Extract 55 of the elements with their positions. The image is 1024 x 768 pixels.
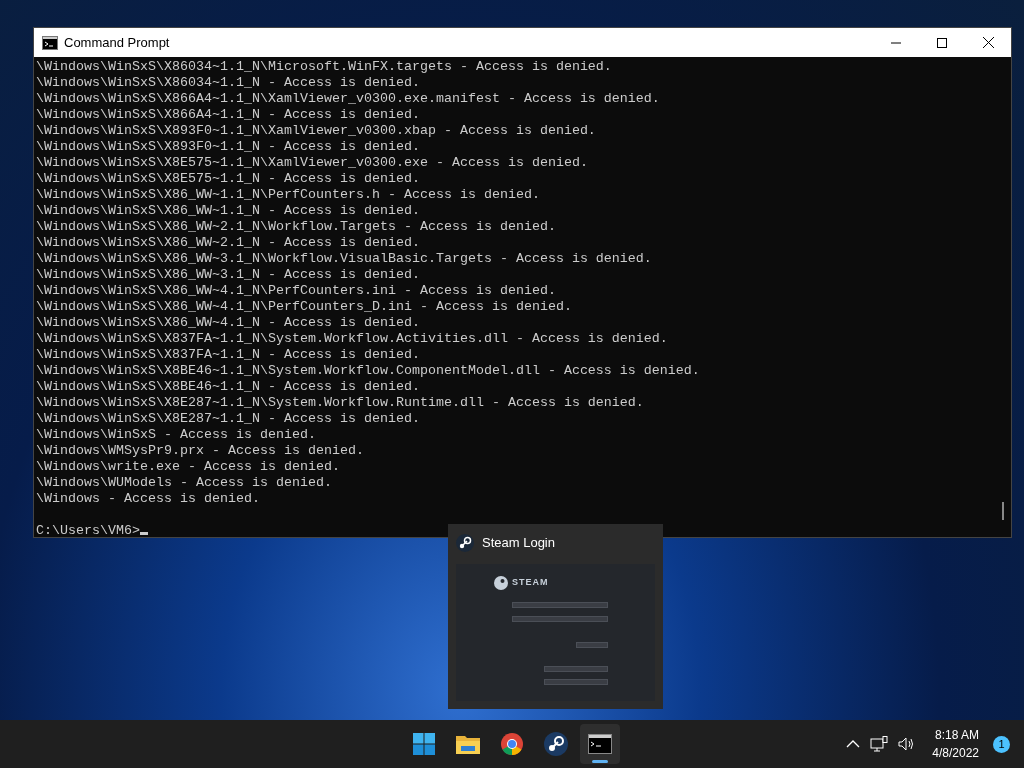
clock-date[interactable]: 4/8/2022 — [932, 744, 979, 762]
console-line: \Windows\WinSxS\X86034~1.1_N\Microsoft.WinFX.targets - Access is denied. — [36, 59, 612, 75]
console-line: \Windows\WinSxS\X86_WW~4.1_N\PerfCounters_D.ini - Access is denied. — [36, 299, 572, 315]
console-line: \Windows\WinSxS\X893F0~1.1_N\XamlViewer_v0300.xbap - Access is denied. — [36, 123, 596, 139]
console-line: \Windows\WinSxS\X8BE46~1.1_N\System.Workflow.ComponentModel.dll - Access is denied. — [36, 363, 700, 379]
active-indicator — [592, 760, 608, 763]
thumbnail-button — [576, 641, 608, 648]
thumbnail-button — [544, 665, 608, 672]
console-line: \Windows\WinSxS\X8BE46~1.1_N - Access is denied. — [36, 379, 420, 395]
network-icon[interactable] — [870, 736, 889, 752]
console-line: \Windows\WinSxS - Access is denied. — [36, 427, 316, 443]
terminal-icon — [588, 734, 612, 754]
console-line: \Windows\WMSysPr9.prx - Access is denied. — [36, 443, 364, 459]
window-preview[interactable]: Steam Login STEAM — [448, 524, 663, 709]
clock-time[interactable]: 8:18 AM — [932, 726, 979, 744]
console-line: \Windows\WinSxS\X86034~1.1_N - Access is denied. — [36, 75, 420, 91]
maximize-icon — [937, 37, 947, 48]
steam-icon — [456, 533, 474, 552]
windows-logo-icon — [413, 733, 435, 755]
console-line: \Windows\WinSxS\X86_WW~4.1_N - Access is denied. — [36, 315, 420, 331]
console-line: \Windows\WinSxS\X837FA~1.1_N - Access is denied. — [36, 347, 420, 363]
preview-title: Steam Login — [482, 534, 555, 552]
thumbnail-button — [544, 678, 608, 685]
console-line: \Windows\WinSxS\X86_WW~3.1_N\Workflow.VisualBasic.Targets - Access is denied. — [36, 251, 652, 267]
console-icon — [42, 35, 58, 50]
chevron-up-icon[interactable] — [846, 740, 861, 748]
console-line: \Windows\WinSxS\X8E575~1.1_N - Access is denied. — [36, 171, 420, 187]
console-line: \Windows\WinSxS\X86_WW~4.1_N\PerfCounters.ini - Access is denied. — [36, 283, 556, 299]
logo-text: STEAM — [512, 575, 549, 589]
steam-icon — [544, 732, 568, 756]
console-line: \Windows\WinSxS\X86_WW~1.1_N - Access is denied. — [36, 203, 420, 219]
console-line: \Windows\WinSxS\X8E287~1.1_N\System.Workflow.Runtime.dll - Access is denied. — [36, 395, 644, 411]
console-line: \Windows - Access is denied. — [36, 491, 260, 507]
console-line: \Windows\WinSxS\X86_WW~3.1_N - Access is denied. — [36, 267, 420, 283]
console-line: \Windows\WinSxS\X86_WW~2.1_N\Workflow.Targets - Access is denied. — [36, 219, 556, 235]
console-line: \Windows\WUModels - Access is denied. — [36, 475, 332, 491]
steam-icon — [494, 575, 508, 590]
folder-icon — [456, 734, 480, 754]
console-line: \Windows\WinSxS\X86_WW~1.1_N\PerfCounters.h - Access is denied. — [36, 187, 540, 203]
console-line: \Windows\WinSxS\X837FA~1.1_N\System.Workflow.Activities.dll - Access is denied. — [36, 331, 668, 347]
console-line: \Windows\WinSxS\X866A4~1.1_N\XamlViewer_v0300.exe.manifest - Access is denied. — [36, 91, 660, 107]
window-title: Command Prompt — [64, 33, 170, 52]
console-line: \Windows\WinSxS\X8E575~1.1_N\XamlViewer_v0300.exe - Access is denied. — [36, 155, 588, 171]
command-prompt: C:\Users\VM6> — [36, 523, 140, 539]
browser-icon — [501, 733, 523, 755]
console-line: \Windows\WinSxS\X8E287~1.1_N - Access is denied. — [36, 411, 420, 427]
scrollbar-thumb[interactable] — [1002, 502, 1004, 520]
notification-badge[interactable]: 1 — [993, 735, 1010, 753]
console-line: \Windows\write.exe - Access is denied. — [36, 459, 340, 475]
close-icon — [982, 37, 994, 48]
console-line: \Windows\WinSxS\X893F0~1.1_N - Access is denied. — [36, 139, 420, 155]
console-line: \Windows\WinSxS\X86_WW~2.1_N - Access is denied. — [36, 235, 420, 251]
taskbar-button[interactable] — [580, 724, 620, 764]
text-cursor — [140, 532, 148, 535]
console-line: \Windows\WinSxS\X866A4~1.1_N - Access is denied. — [36, 107, 420, 123]
